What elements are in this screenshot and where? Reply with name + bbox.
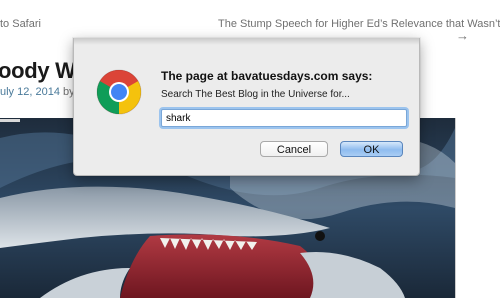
previous-post-link[interactable]: to Safari — [0, 18, 41, 30]
dialog-message: Search The Best Blog in the Universe for… — [161, 89, 350, 100]
cancel-button[interactable]: Cancel — [260, 141, 328, 157]
next-arrow-icon[interactable]: → — [456, 28, 469, 43]
post-date[interactable]: uly 12, 2014 — [0, 86, 60, 98]
prompt-text-input[interactable] — [161, 109, 407, 127]
chrome-logo-icon — [95, 68, 143, 116]
dialog-top-shadow — [74, 38, 419, 45]
ok-button[interactable]: OK — [340, 141, 403, 157]
javascript-prompt-dialog: The page at bavatuesdays.com says: Searc… — [73, 38, 420, 176]
post-meta: uly 12, 2014 by F — [0, 86, 84, 98]
photo-scrollbar[interactable] — [0, 119, 20, 122]
dialog-title: The page at bavatuesdays.com says: — [161, 69, 373, 83]
